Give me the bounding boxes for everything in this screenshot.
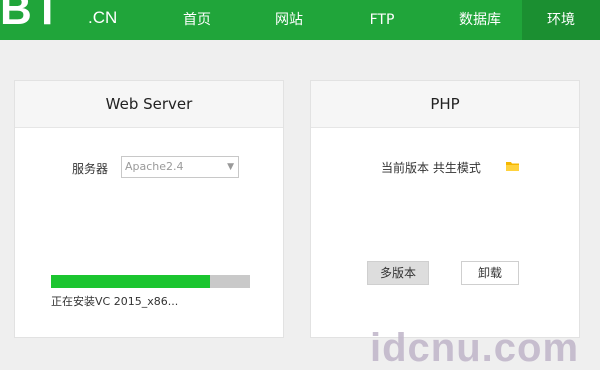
uninstall-button[interactable]: 卸载: [461, 261, 519, 285]
php-panel: PHP 当前版本 共生模式 多版本 卸载: [310, 80, 580, 338]
chevron-down-icon: ▼: [227, 162, 234, 172]
server-label: 服务器: [72, 162, 109, 176]
web-server-panel: Web Server 服务器 Apache2.4 ▼ 正在安装VC 2015_x…: [14, 80, 284, 338]
php-panel-title: PHP: [311, 81, 579, 128]
install-progress-bar: [51, 275, 250, 288]
top-nav-bar: BT .CN 首页 网站 FTP 数据库 环境: [0, 0, 600, 40]
php-current-version: 当前版本 共生模式: [381, 161, 481, 175]
nav-item-database[interactable]: 数据库: [440, 0, 520, 40]
install-progress-fill: [51, 275, 211, 288]
nav-item-website[interactable]: 网站: [257, 0, 321, 40]
web-server-panel-title: Web Server: [15, 81, 283, 128]
server-select-value: Apache2.4: [125, 160, 184, 173]
nav-item-home[interactable]: 首页: [165, 0, 229, 40]
multi-version-button[interactable]: 多版本: [367, 261, 429, 285]
brand-logo: BT: [0, 0, 63, 34]
install-status-text: 正在安装VC 2015_x86...: [51, 295, 179, 308]
folder-icon[interactable]: [506, 161, 519, 171]
server-select[interactable]: Apache2.4 ▼: [121, 156, 239, 178]
watermark-text: idcnu.com: [370, 326, 580, 370]
nav-item-environment[interactable]: 环境: [522, 0, 600, 40]
brand-logo-suffix: .CN: [88, 8, 118, 27]
nav-item-ftp[interactable]: FTP: [350, 0, 414, 40]
